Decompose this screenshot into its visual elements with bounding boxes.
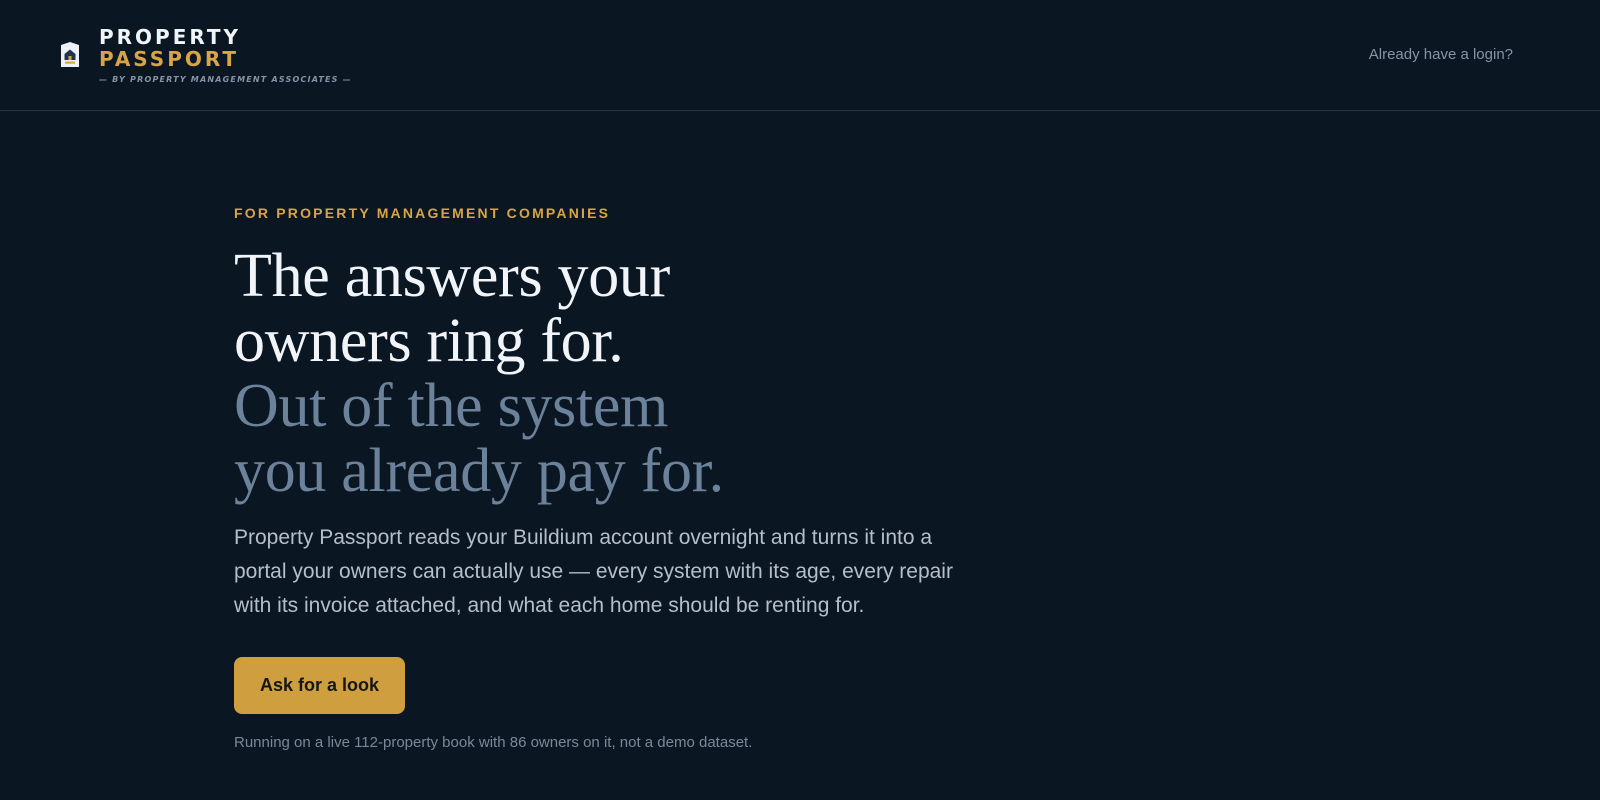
hero-eyebrow: FOR PROPERTY MANAGEMENT COMPANIES	[234, 205, 611, 221]
headline-line-4: you already pay for.	[234, 437, 724, 505]
hero-headline: The answers your owners ring for. Out of…	[234, 244, 994, 504]
login-link[interactable]: Already have a login?	[1369, 46, 1513, 63]
house-badge-icon	[61, 42, 79, 67]
headline-line-3: Out of the system	[234, 372, 669, 440]
brand-name-line2: PASSPORT	[99, 47, 240, 71]
headline-line-1: The answers your	[234, 242, 670, 310]
hero-footnote: Running on a live 112-property book with…	[234, 734, 753, 751]
headline-line-2: owners ring for.	[234, 307, 624, 375]
ask-for-a-look-button[interactable]: Ask for a look	[234, 657, 405, 714]
hero-description: Property Passport reads your Buildium ac…	[234, 526, 953, 617]
brand-name-line1: PROPERTY	[99, 25, 242, 49]
site-header: PROPERTY PASSPORT — BY PROPERTY MANAGEME…	[0, 0, 1600, 111]
brand-tagline: — BY PROPERTY MANAGEMENT ASSOCIATES —	[99, 75, 352, 84]
brand-wordmark: PROPERTY PASSPORT — BY PROPERTY MANAGEME…	[99, 26, 352, 84]
brand-logo[interactable]: PROPERTY PASSPORT — BY PROPERTY MANAGEME…	[58, 26, 352, 84]
hero-section: FOR PROPERTY MANAGEMENT COMPANIES The an…	[234, 204, 994, 751]
